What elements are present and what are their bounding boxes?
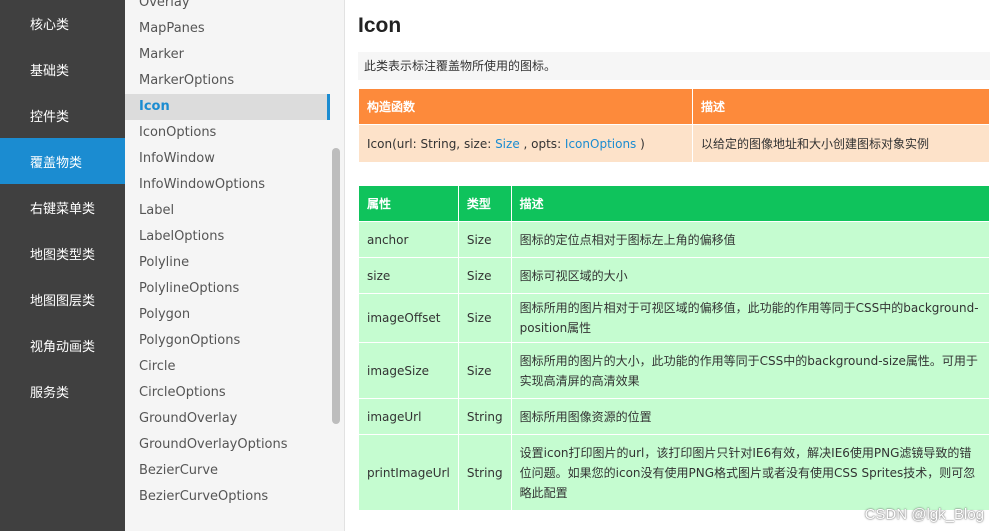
class-list-item[interactable]: GroundOverlay	[125, 406, 344, 432]
class-list-item[interactable]: MarkerOptions	[125, 68, 344, 94]
properties-table: 属性 类型 描述 anchor Size 图标的定位点相对于图标左上角的偏移值 siz…	[358, 185, 991, 511]
class-list-item[interactable]: BezierCurve	[125, 458, 344, 484]
class-list-item[interactable]: Overlay	[125, 0, 344, 16]
prop-type[interactable]: Size	[457, 342, 512, 399]
category-item[interactable]: 地图图层类	[0, 276, 125, 322]
class-list-item[interactable]: Polygon	[125, 302, 344, 328]
category-item[interactable]: 服务类	[0, 368, 125, 414]
class-list: Overlay MapPanes Marker MarkerOptions Icon Ic…	[125, 0, 345, 531]
category-item[interactable]: 视角动画类	[0, 322, 125, 368]
table-row: printImageUrl String 设置icon打印图片的url，该打印图片只…	[358, 434, 991, 511]
prop-type[interactable]: Size	[457, 293, 512, 343]
prop-description: 图标所用的图片的大小，此功能的作用等同于CSS中的background-size…	[510, 342, 991, 399]
table-row: imageSize Size 图标所用的图片的大小，此功能的作用等同于CSS中的ba…	[358, 342, 991, 399]
class-list-item[interactable]: IconOptions	[125, 120, 344, 146]
prop-name: printImageUrl	[358, 434, 459, 511]
ctor-signature-prefix: Icon(url: String, size:	[367, 136, 496, 151]
table-row: size Size 图标可视区域的大小	[358, 257, 991, 294]
class-list-item[interactable]: PolylineOptions	[125, 276, 344, 302]
table-row: imageUrl String 图标所用图像资源的位置	[358, 398, 991, 435]
class-list-item[interactable]: BezierCurveOptions	[125, 484, 344, 510]
class-list-item[interactable]: MapPanes	[125, 16, 344, 42]
class-list-item[interactable]: GroundOverlayOptions	[125, 432, 344, 458]
prop-description: 图标所用的图片相对于可视区域的偏移值，此功能的作用等同于CSS中的backgro…	[510, 293, 991, 343]
watermark: CSDN @lgk_Blog	[864, 506, 984, 523]
prop-name: imageSize	[358, 342, 459, 399]
category-item[interactable]: 覆盖物类	[0, 138, 125, 184]
class-list-item[interactable]: InfoWindowOptions	[125, 172, 344, 198]
class-list-item[interactable]: Icon	[125, 94, 330, 120]
constructor-table: 构造函数 描述 Icon(url: String, size: Size , o…	[358, 88, 990, 163]
prop-name: imageOffset	[358, 293, 459, 343]
class-list-item[interactable]: Circle	[125, 354, 344, 380]
class-list-scrollbar[interactable]	[332, 148, 340, 424]
class-list-item[interactable]: InfoWindow	[125, 146, 344, 172]
page-title: Icon	[358, 14, 402, 37]
prop-description: 设置icon打印图片的url，该打印图片只针对IE6有效，解决IE6使用PNG滤…	[510, 434, 991, 511]
prop-type[interactable]: Size	[457, 257, 512, 294]
class-list-item[interactable]: LabelOptions	[125, 224, 344, 250]
table-row: imageOffset Size 图标所用的图片相对于可视区域的偏移值，此功能的作用…	[358, 293, 991, 343]
class-list-item[interactable]: CircleOptions	[125, 380, 344, 406]
prop-description: 图标的定位点相对于图标左上角的偏移值	[510, 221, 991, 258]
main-content: Icon 此类表示标注覆盖物所使用的图标。 构造函数 描述 Icon(url: …	[358, 0, 991, 511]
ctor-signature-suffix: )	[636, 136, 645, 151]
category-item[interactable]: 右键菜单类	[0, 184, 125, 230]
prop-type: String	[457, 434, 512, 511]
class-description: 此类表示标注覆盖物所使用的图标。	[358, 52, 990, 80]
prop-header-name: 属性	[358, 185, 459, 222]
table-row: Icon(url: String, size: Size , opts: Ico…	[358, 124, 990, 163]
ctor-signature-mid: , opts:	[519, 136, 565, 151]
category-item[interactable]: 核心类	[0, 0, 125, 46]
ctor-description: 以给定的图像地址和大小创建图标对象实例	[692, 124, 990, 163]
prop-description: 图标可视区域的大小	[510, 257, 991, 294]
class-list-item[interactable]: Label	[125, 198, 344, 224]
prop-name: anchor	[358, 221, 459, 258]
prop-description: 图标所用图像资源的位置	[510, 398, 991, 435]
table-row: anchor Size 图标的定位点相对于图标左上角的偏移值	[358, 221, 991, 258]
prop-header-description: 描述	[510, 185, 991, 222]
prop-type[interactable]: Size	[457, 221, 512, 258]
ctor-header-description: 描述	[692, 88, 990, 125]
ctor-header-constructor: 构造函数	[358, 88, 693, 125]
category-item[interactable]: 基础类	[0, 46, 125, 92]
iconoptions-type-link[interactable]: IconOptions	[565, 137, 636, 151]
category-nav: 核心类 基础类 控件类 覆盖物类 右键菜单类 地图类型类 地图图层类 视角动画类 服务类	[0, 0, 125, 531]
class-list-item[interactable]: PolygonOptions	[125, 328, 344, 354]
prop-name: size	[358, 257, 459, 294]
category-item[interactable]: 控件类	[0, 92, 125, 138]
ctor-signature: Icon(url: String, size: Size , opts: Ico…	[358, 124, 693, 163]
prop-name: imageUrl	[358, 398, 459, 435]
class-list-item[interactable]: Marker	[125, 42, 344, 68]
category-item[interactable]: 地图类型类	[0, 230, 125, 276]
prop-type: String	[457, 398, 512, 435]
size-type-link[interactable]: Size	[495, 137, 520, 151]
class-list-item[interactable]: Polyline	[125, 250, 344, 276]
prop-header-type: 类型	[457, 185, 512, 222]
